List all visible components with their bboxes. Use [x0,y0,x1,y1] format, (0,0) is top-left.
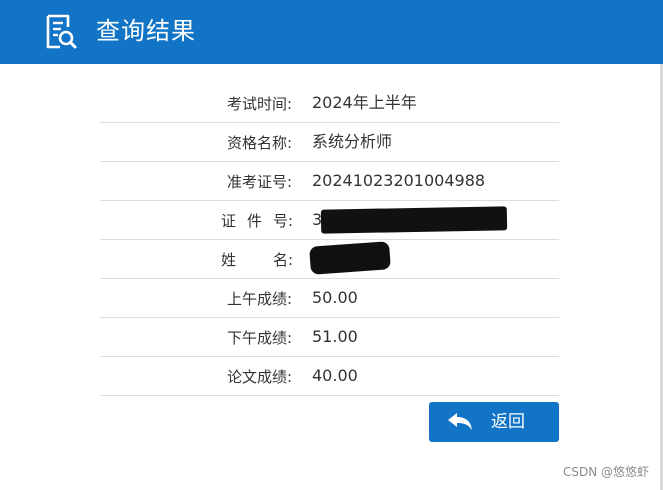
label-name: 姓 名: [221,249,293,271]
undo-arrow-icon [448,413,472,430]
row-essay-score: 论文成绩: 40.00 [100,357,559,396]
label-ticket-no: 准考证号: [226,173,292,191]
label-exam-time: 考试时间: [226,95,292,113]
back-button[interactable]: 返回 [429,402,559,442]
page-title: 查询结果 [96,17,196,45]
row-id-no: 证 件 号: 3713261989030615 [100,201,559,240]
label-id-no-char-2: 件 [246,212,262,230]
label-id-no-char-1: 证 [221,212,237,230]
header-bar: 查询结果 [0,0,663,64]
redaction-mark [320,206,508,234]
label-qualification: 资格名称: [226,134,292,152]
label-morning-score: 上午成绩: [226,290,292,308]
row-qualification: 资格名称: 系统分析师 [100,123,559,162]
label-afternoon-score: 下午成绩: [226,329,292,347]
value-morning-score: 50.00 [312,288,358,307]
label-name-char-2: 名: [272,251,293,269]
label-name-char-1: 姓 [221,251,237,269]
value-afternoon-score: 51.00 [312,327,358,346]
row-afternoon-score: 下午成绩: 51.00 [100,318,559,357]
result-table: 考试时间: 2024年上半年 资格名称: 系统分析师 准考证号: 2024102… [100,84,559,396]
row-exam-time: 考试时间: 2024年上半年 [100,84,559,123]
back-button-label: 返回 [491,412,525,432]
document-search-icon [46,14,77,49]
watermark: CSDN @悠悠虾 [562,465,649,479]
row-name: 姓 名: 姜 [100,240,559,279]
redaction-mark [309,241,391,275]
label-id-no-char-3: 号: [272,212,293,230]
label-id-no: 证 件 号: [221,210,293,232]
row-morning-score: 上午成绩: 50.00 [100,279,559,318]
value-ticket-no: 20241023201004988 [312,171,486,190]
value-exam-time: 2024年上半年 [312,93,417,112]
row-ticket-no: 准考证号: 20241023201004988 [100,162,559,201]
value-qualification: 系统分析师 [312,132,393,151]
label-essay-score: 论文成绩: [226,368,292,386]
value-essay-score: 40.00 [312,366,358,385]
